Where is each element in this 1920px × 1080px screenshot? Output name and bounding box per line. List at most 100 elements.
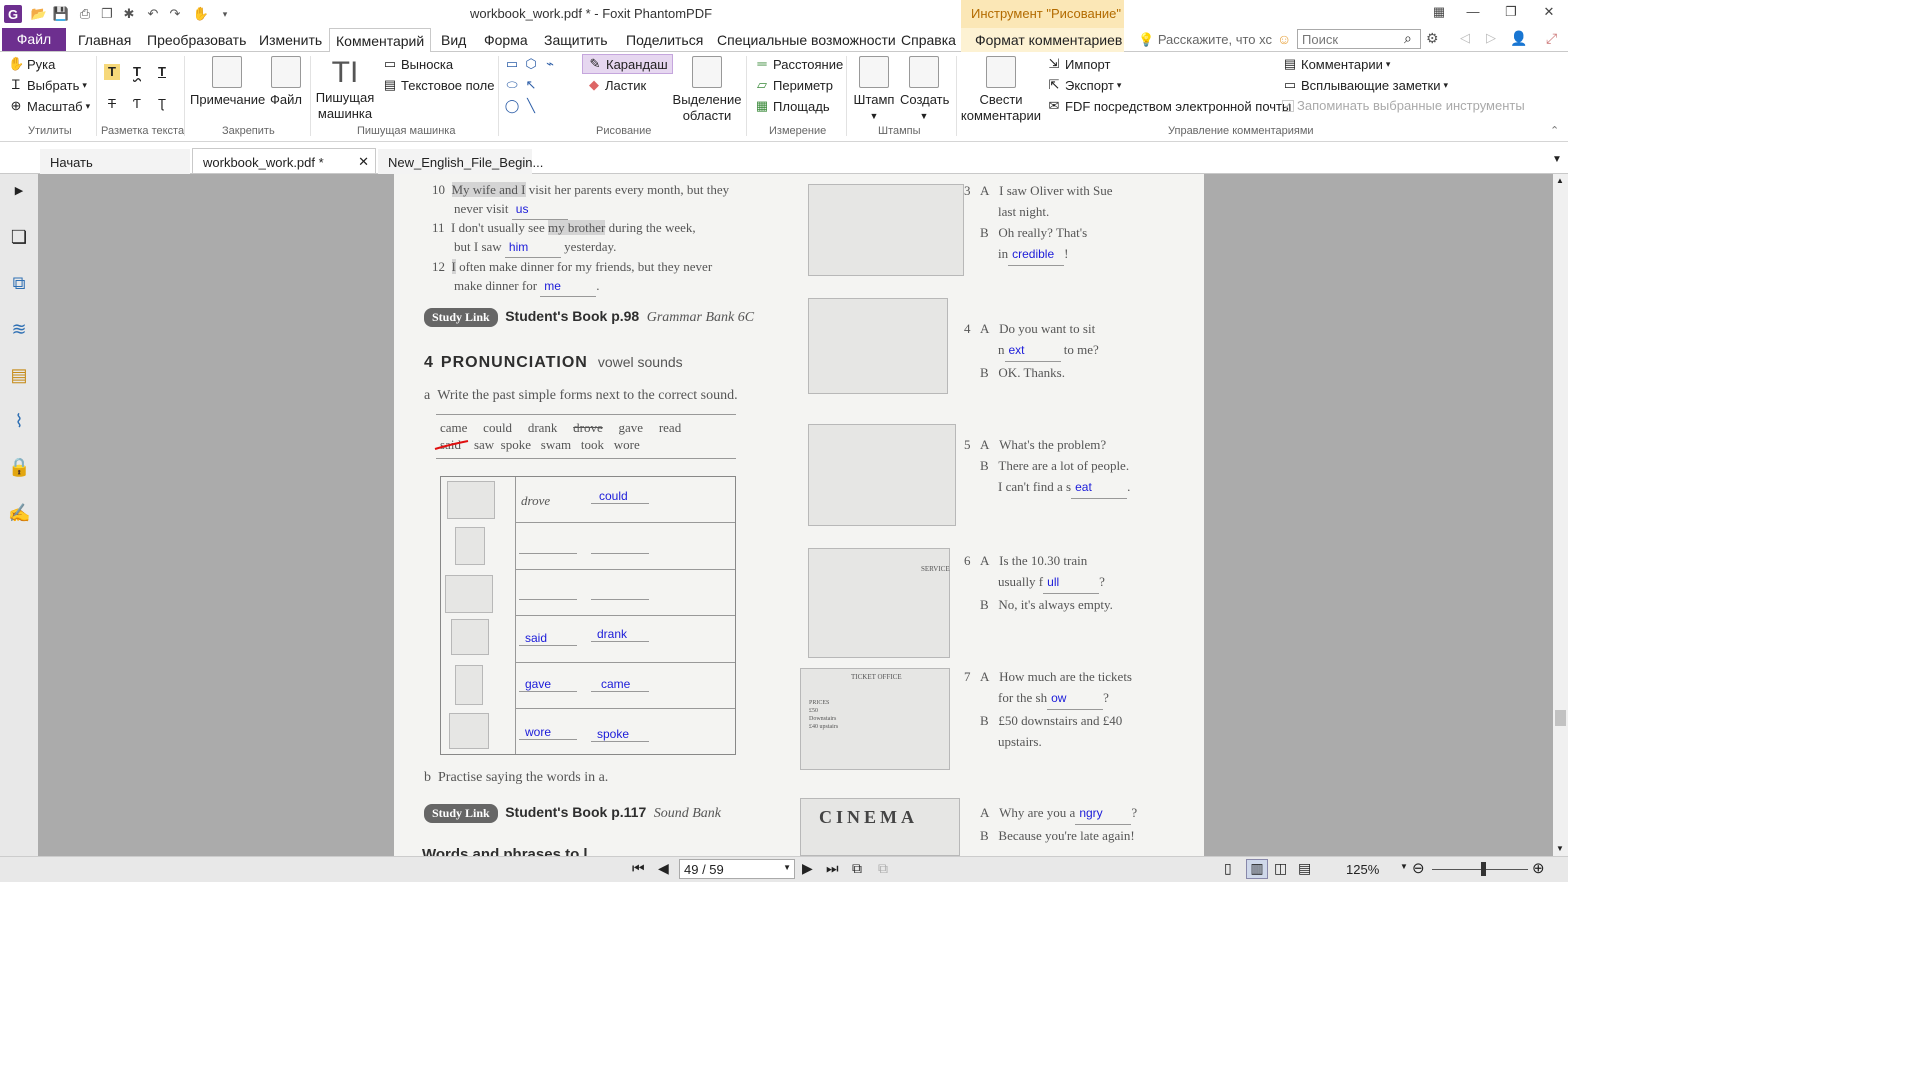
- open-icon[interactable]: 📂: [30, 5, 48, 23]
- rectangle-icon[interactable]: ▭: [504, 56, 520, 72]
- close-button[interactable]: ✕: [1538, 4, 1560, 22]
- answer-fill[interactable]: said: [519, 631, 577, 646]
- replace-text-icon[interactable]: Ƭ: [129, 96, 145, 112]
- back-icon[interactable]: ◁: [1460, 30, 1470, 46]
- ribbon-display-icon[interactable]: ▦: [1428, 4, 1450, 22]
- answer-fill[interactable]: gave: [519, 677, 577, 692]
- eraser-button[interactable]: ◆ Ластик: [586, 77, 646, 93]
- forward-icon[interactable]: ▷: [1486, 30, 1496, 46]
- tab-comment-format[interactable]: Формат комментариев: [961, 28, 1124, 52]
- redo-icon[interactable]: ↷: [166, 5, 184, 23]
- hand-tool-icon[interactable]: ✋: [192, 5, 210, 23]
- tab-edit[interactable]: Изменить: [259, 31, 322, 51]
- answer-fill[interactable]: him: [504, 238, 561, 258]
- pencil-button[interactable]: ✎ Карандаш: [582, 54, 673, 74]
- settings-icon[interactable]: ⚙: [1426, 30, 1439, 47]
- answer-fill[interactable]: ull: [1043, 572, 1100, 594]
- scroll-thumb[interactable]: [1555, 710, 1566, 726]
- answer-fill[interactable]: ngry: [1075, 803, 1132, 825]
- import-button[interactable]: ⇲ Импорт: [1046, 56, 1111, 72]
- continuous-facing-icon[interactable]: ▤: [1298, 860, 1311, 877]
- tab-help[interactable]: Справка: [901, 31, 956, 51]
- distance-button[interactable]: ═ Расстояние: [754, 56, 843, 72]
- stamp-button[interactable]: Штамп ▼: [852, 56, 896, 124]
- first-page-icon[interactable]: ⏮: [632, 860, 645, 877]
- squiggly-icon[interactable]: T: [129, 64, 145, 80]
- zoom-slider[interactable]: [1432, 869, 1528, 870]
- hand-tool-button[interactable]: ✋ Рука: [8, 56, 55, 72]
- polyline-icon[interactable]: ⌁: [542, 56, 558, 72]
- next-page-icon[interactable]: ▶: [802, 860, 813, 877]
- page-number-input[interactable]: 49 / 59 ▼: [679, 859, 795, 879]
- answer-blank[interactable]: [519, 553, 577, 554]
- highlight-icon[interactable]: T: [104, 64, 120, 80]
- next-view-icon[interactable]: ⧉: [878, 860, 888, 877]
- line-icon[interactable]: ╲: [523, 98, 539, 114]
- answer-blank[interactable]: [519, 599, 577, 600]
- close-tab-icon[interactable]: ✕: [358, 154, 369, 170]
- comments-panel-icon[interactable]: ▤: [8, 364, 30, 386]
- perimeter-button[interactable]: ▱ Периметр: [754, 77, 833, 93]
- last-page-icon[interactable]: ⏭: [826, 860, 839, 877]
- attachments-icon[interactable]: ⌇: [8, 410, 30, 432]
- layers-icon[interactable]: ≋: [8, 318, 30, 340]
- popup-notes-dropdown[interactable]: ▭ Всплывающие заметки ▾: [1282, 77, 1448, 93]
- strikeout-icon[interactable]: T: [104, 96, 120, 112]
- answer-fill[interactable]: eat: [1071, 477, 1128, 499]
- bookmarks-icon[interactable]: ❏: [8, 226, 30, 248]
- tell-me-box[interactable]: 💡 Расскажите, что хс: [1138, 32, 1272, 48]
- zoom-level[interactable]: 125%: [1346, 862, 1379, 877]
- pdf-page[interactable]: 10 My wife and I visit her parents every…: [394, 174, 1204, 856]
- security-lock-icon[interactable]: 🔒: [8, 456, 30, 478]
- new-window-icon[interactable]: ❐: [98, 5, 116, 23]
- undo-icon[interactable]: ↶: [144, 5, 162, 23]
- pages-icon[interactable]: ⧉: [8, 272, 30, 294]
- answer-fill[interactable]: credible: [1008, 244, 1065, 266]
- answer-fill[interactable]: could: [591, 489, 649, 504]
- expand-panel-icon[interactable]: ▶: [8, 180, 30, 202]
- zoom-dropdown-icon[interactable]: ▼: [1400, 862, 1408, 871]
- export-button[interactable]: ⇱ Экспорт ▾: [1046, 77, 1122, 93]
- continuous-page-icon[interactable]: ▥: [1246, 859, 1268, 879]
- attach-file-button[interactable]: Файл: [266, 56, 306, 108]
- search-icon[interactable]: ⌕: [1404, 30, 1412, 47]
- restore-button[interactable]: ❐: [1500, 4, 1522, 22]
- summarize-comments-button[interactable]: Свести комментарии: [960, 56, 1042, 124]
- answer-blank[interactable]: [591, 599, 649, 600]
- answer-fill[interactable]: ow: [1047, 688, 1104, 710]
- measure-area-button[interactable]: ▦ Площадь: [754, 98, 830, 114]
- single-page-icon[interactable]: ▯: [1224, 860, 1232, 877]
- smile-icon[interactable]: ☺: [1277, 31, 1291, 47]
- answer-fill[interactable]: me: [540, 277, 597, 297]
- doc-tab-start[interactable]: Начать: [40, 149, 190, 174]
- scroll-down-icon[interactable]: ▼: [1556, 844, 1564, 853]
- insert-text-icon[interactable]: Ʈ: [154, 96, 170, 112]
- vertical-scrollbar[interactable]: ▲ ▼: [1553, 174, 1568, 856]
- tabs-menu-icon[interactable]: ▼: [1552, 154, 1562, 165]
- tab-home[interactable]: Главная: [78, 31, 131, 51]
- answer-fill[interactable]: us: [511, 200, 568, 220]
- arrow-icon[interactable]: ↖: [523, 77, 539, 93]
- prev-page-icon[interactable]: ◀: [658, 860, 669, 877]
- zoom-slider-thumb[interactable]: [1481, 862, 1486, 876]
- tab-comment[interactable]: Комментарий: [329, 28, 432, 53]
- previous-view-icon[interactable]: ⧉: [852, 860, 862, 877]
- account-icon[interactable]: 👤: [1510, 30, 1527, 47]
- signatures-icon[interactable]: ✍: [8, 502, 30, 524]
- doc-tab-workbook[interactable]: workbook_work.pdf * ✕: [192, 148, 376, 173]
- callout-button[interactable]: ▭ Выноска: [382, 56, 453, 72]
- circle-icon[interactable]: ◯: [504, 98, 520, 114]
- search-input[interactable]: Поиск: [1297, 29, 1421, 49]
- answer-fill[interactable]: spoke: [591, 727, 649, 742]
- zoom-out-icon[interactable]: ⊖: [1412, 859, 1425, 877]
- textbox-button[interactable]: ▤ Текстовое поле: [382, 77, 495, 93]
- answer-fill[interactable]: drank: [591, 627, 649, 642]
- zoom-tool-button[interactable]: ⊕ Масштаб ▾: [8, 98, 91, 114]
- typewriter-button[interactable]: TI Пишущая машинка: [312, 56, 378, 122]
- area-highlight-button[interactable]: Выделение области: [672, 56, 742, 124]
- oval-icon[interactable]: ⬭: [504, 77, 520, 93]
- answer-fill[interactable]: wore: [519, 725, 577, 740]
- scroll-up-icon[interactable]: ▲: [1556, 176, 1564, 185]
- answer-fill[interactable]: came: [591, 677, 649, 692]
- note-button[interactable]: Примечание: [190, 56, 265, 108]
